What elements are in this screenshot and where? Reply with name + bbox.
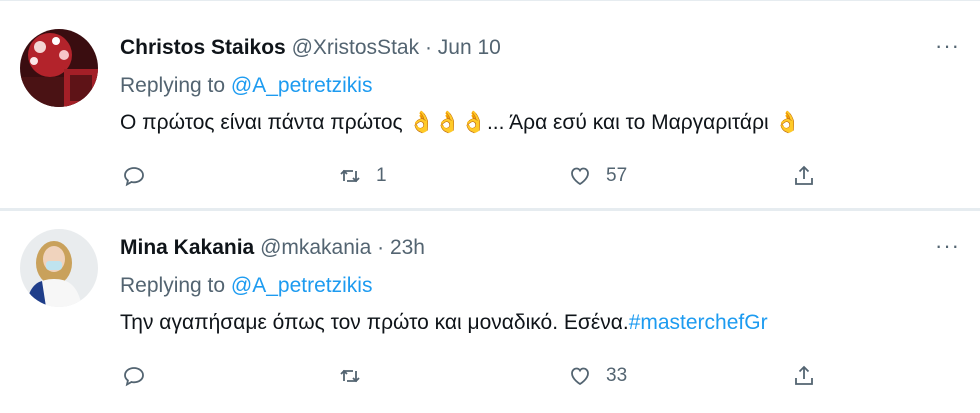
timestamp[interactable]: 23h bbox=[390, 236, 425, 259]
share-icon bbox=[795, 365, 813, 385]
more-icon[interactable]: ··· bbox=[935, 33, 960, 59]
tweet-actions: 33 bbox=[120, 361, 820, 391]
replying-label: Replying to bbox=[120, 274, 231, 297]
tweet-text: Ο πρώτος είναι πάντα πρώτος 👌👌👌... Άρα ε… bbox=[120, 109, 801, 137]
mention-link[interactable]: @A_petretzikis bbox=[231, 74, 373, 97]
replying-to: Replying to @A_petretzikis bbox=[120, 273, 372, 299]
more-icon[interactable]: ··· bbox=[935, 233, 960, 259]
retweet-icon bbox=[340, 169, 360, 183]
share-button[interactable] bbox=[792, 161, 816, 191]
share-button[interactable] bbox=[792, 361, 816, 391]
like-button[interactable]: 57 bbox=[568, 161, 627, 191]
retweet-button[interactable] bbox=[338, 361, 376, 391]
separator-dot: · bbox=[424, 36, 432, 59]
tweet-text-part: ... Άρα εσύ και το Μαργαριτάρι bbox=[486, 111, 775, 134]
reply-icon bbox=[124, 367, 144, 387]
user-handle[interactable]: @XristosStak bbox=[292, 36, 420, 59]
like-count: 57 bbox=[606, 165, 628, 186]
tweet-feed: Christos Staikos @XristosStak · Jun 10 ·… bbox=[0, 0, 980, 412]
replying-label: Replying to bbox=[120, 74, 231, 97]
share-icon bbox=[795, 165, 813, 185]
tweet-text-part: Την αγαπήσαμε όπως τον πρώτο και μοναδικ… bbox=[120, 311, 629, 334]
tweet-header: Christos Staikos @XristosStak · Jun 10 bbox=[120, 35, 501, 61]
mention-link[interactable]: @A_petretzikis bbox=[231, 274, 373, 297]
display-name[interactable]: Christos Staikos bbox=[120, 36, 286, 59]
display-name[interactable]: Mina Kakania bbox=[120, 236, 254, 259]
tweet-header: Mina Kakania @mkakania · 23h bbox=[120, 235, 425, 261]
heart-icon bbox=[571, 367, 589, 386]
hashtag-link[interactable]: #masterchefGr bbox=[629, 311, 768, 334]
like-button[interactable]: 33 bbox=[568, 361, 627, 391]
retweet-icon bbox=[340, 369, 360, 383]
retweet-button[interactable]: 1 bbox=[338, 161, 387, 191]
timestamp[interactable]: Jun 10 bbox=[438, 36, 501, 59]
avatar[interactable] bbox=[20, 229, 98, 307]
avatar[interactable] bbox=[20, 29, 98, 107]
ok-hand-emoji: 👌👌👌 bbox=[408, 111, 487, 134]
retweet-count: 1 bbox=[376, 165, 387, 186]
tweet-actions: 1 57 bbox=[120, 161, 820, 191]
heart-icon bbox=[571, 167, 589, 186]
reply-button[interactable] bbox=[122, 361, 160, 391]
like-count: 33 bbox=[606, 365, 628, 386]
tweet-text: Την αγαπήσαμε όπως τον πρώτο και μοναδικ… bbox=[120, 309, 768, 337]
tweet-text-part: Ο πρώτος είναι πάντα πρώτος bbox=[120, 111, 409, 134]
tweet[interactable]: Mina Kakania @mkakania · 23h ··· Replyin… bbox=[0, 210, 980, 413]
replying-to: Replying to @A_petretzikis bbox=[120, 73, 372, 99]
separator-dot: · bbox=[377, 236, 385, 259]
user-handle[interactable]: @mkakania bbox=[260, 236, 371, 259]
reply-button[interactable] bbox=[122, 161, 160, 191]
tweet[interactable]: Christos Staikos @XristosStak · Jun 10 ·… bbox=[0, 0, 980, 209]
ok-hand-emoji: 👌 bbox=[774, 111, 801, 134]
reply-icon bbox=[124, 167, 144, 187]
